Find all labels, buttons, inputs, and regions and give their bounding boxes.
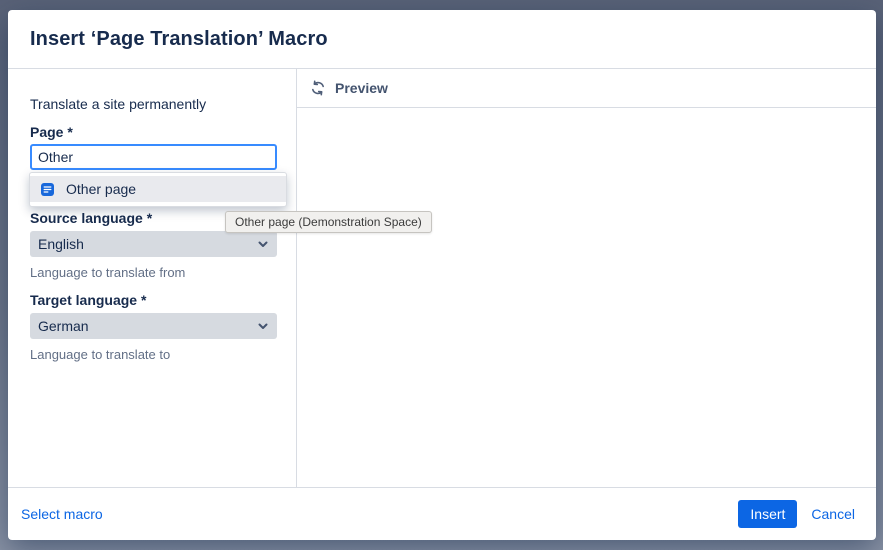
page-icon (41, 183, 54, 196)
page-tooltip: Other page (Demonstration Space) (225, 211, 432, 233)
chevron-down-icon (257, 238, 269, 250)
cancel-link[interactable]: Cancel (811, 506, 855, 522)
page-suggestions-dropdown: Other page (29, 172, 287, 207)
preview-content (297, 108, 876, 487)
page-suggestion-label: Other page (66, 181, 136, 197)
chevron-down-icon (257, 320, 269, 332)
target-language-select[interactable]: German (30, 313, 277, 339)
source-language-help: Language to translate from (30, 266, 277, 280)
footer-actions: Insert Cancel (738, 500, 855, 528)
modal-backdrop: { "dialog": { "title": "Insert ‘Page Tra… (0, 0, 883, 550)
preview-header: Preview (297, 69, 876, 108)
preview-panel: Preview (297, 69, 876, 487)
page-suggestion-item[interactable]: Other page (30, 176, 286, 202)
macro-parameters-panel: Translate a site permanently Page * Sour… (8, 69, 297, 487)
target-language-help: Language to translate to (30, 348, 277, 362)
insert-macro-dialog: Insert ‘Page Translation’ Macro Translat… (8, 10, 876, 540)
target-language-label: Target language * (30, 292, 277, 309)
dialog-body: Translate a site permanently Page * Sour… (8, 69, 876, 487)
target-language-value: German (38, 318, 89, 334)
source-language-select[interactable]: English (30, 231, 277, 257)
preview-title: Preview (335, 80, 388, 96)
dialog-title: Insert ‘Page Translation’ Macro (30, 28, 328, 51)
refresh-icon[interactable] (310, 80, 326, 96)
macro-description: Translate a site permanently (30, 96, 277, 112)
dialog-footer: Select macro Insert Cancel (8, 487, 876, 540)
page-field-label: Page * (30, 124, 277, 141)
page-input[interactable] (30, 144, 277, 170)
insert-button[interactable]: Insert (738, 500, 797, 528)
dialog-header: Insert ‘Page Translation’ Macro (8, 10, 876, 69)
select-macro-link[interactable]: Select macro (21, 506, 103, 522)
source-language-value: English (38, 236, 84, 252)
